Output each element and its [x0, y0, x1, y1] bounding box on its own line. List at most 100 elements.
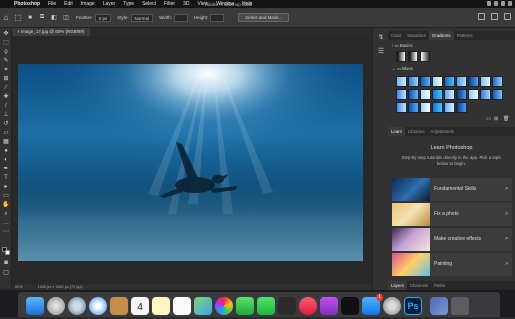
maps-icon[interactable] — [194, 297, 212, 315]
gradient-swatch[interactable] — [444, 76, 455, 87]
gradient-swatch[interactable] — [396, 102, 407, 113]
history-brush-tool-icon[interactable]: ↺ — [2, 121, 10, 127]
trash-icon[interactable] — [451, 297, 469, 315]
wifi-icon[interactable] — [487, 1, 491, 6]
safari-icon[interactable] — [89, 297, 107, 315]
crop-tool-icon[interactable]: ⌗ — [2, 67, 10, 73]
tab-layers[interactable]: Layers — [388, 281, 407, 290]
history-icon[interactable]: ↯ — [377, 34, 385, 41]
eyedropper-tool-icon[interactable]: ⁄ — [2, 85, 10, 91]
intersect-selection-icon[interactable]: ◫ — [60, 14, 72, 21]
gradient-swatch[interactable] — [492, 89, 503, 100]
siri-icon[interactable] — [508, 1, 512, 6]
search-icon[interactable] — [478, 13, 485, 20]
gradient-swatch[interactable] — [480, 76, 491, 87]
share-icon[interactable] — [504, 13, 511, 20]
gradient-swatch[interactable] — [492, 76, 503, 87]
app-store-icon[interactable]: 1 — [362, 294, 383, 315]
rectangle-tool-icon[interactable]: ▭ — [2, 193, 10, 199]
tab-color[interactable]: Color — [388, 31, 404, 40]
contacts-icon[interactable] — [110, 297, 128, 315]
calendar-icon[interactable]: 4 — [131, 297, 149, 315]
siri-icon[interactable] — [47, 297, 65, 315]
gradient-swatch[interactable] — [396, 51, 406, 62]
add-selection-icon[interactable]: ⧉ — [36, 14, 48, 21]
subtract-selection-icon[interactable]: ◧ — [48, 14, 60, 21]
marquee-tool-icon[interactable]: ⬚ — [2, 40, 10, 46]
gradient-swatch[interactable] — [432, 76, 443, 87]
gradient-swatch[interactable] — [468, 76, 479, 87]
dodge-tool-icon[interactable]: ◐ — [2, 157, 10, 163]
tab-libraries[interactable]: Libraries — [405, 127, 427, 136]
reminders-icon[interactable] — [173, 297, 191, 315]
gradient-tool-icon[interactable]: ▦ — [2, 139, 10, 145]
workspace-icon[interactable] — [491, 13, 498, 20]
background-color-swatch[interactable] — [5, 250, 10, 255]
select-and-mask-button[interactable]: Select and Mask... — [238, 13, 290, 22]
hand-tool-icon[interactable]: ✋ — [2, 202, 10, 208]
menu-filter[interactable]: Filter — [160, 1, 179, 7]
learn-card-fix-a-photo[interactable]: Fix a photo > — [392, 203, 512, 226]
brush-tool-icon[interactable]: / — [2, 103, 10, 109]
frame-tool-icon[interactable]: ⊠ — [2, 76, 10, 82]
gradient-swatch[interactable] — [456, 76, 467, 87]
facetime-icon[interactable] — [236, 297, 254, 315]
podcasts-icon[interactable] — [320, 297, 338, 315]
tab-channels[interactable]: Channels — [407, 281, 431, 290]
home-icon[interactable]: ⌂ — [0, 13, 12, 22]
edit-toolbar-icon[interactable]: ⋯ — [2, 229, 10, 235]
learn-card-painting[interactable]: Painting > — [392, 253, 512, 276]
gradient-swatch[interactable] — [444, 102, 455, 113]
launchpad-icon[interactable] — [68, 297, 86, 315]
gradient-swatch[interactable] — [420, 89, 431, 100]
music-icon[interactable] — [299, 297, 317, 315]
new-selection-icon[interactable]: ■ — [24, 15, 36, 21]
gradient-swatch[interactable] — [396, 76, 407, 87]
menu-3d[interactable]: 3D — [179, 1, 193, 7]
gradient-folder-blues[interactable]: ⌄ ▭ Blues — [392, 66, 413, 72]
document-image[interactable] — [18, 64, 363, 261]
gradient-swatch[interactable] — [408, 102, 419, 113]
learn-card-creative-effects[interactable]: Make creative effects > — [392, 228, 512, 251]
downloads-folder-icon[interactable] — [430, 297, 448, 315]
menu-layer[interactable]: Layer — [99, 1, 120, 7]
gradient-swatch[interactable] — [396, 89, 407, 100]
pen-tool-icon[interactable]: ✒ — [2, 166, 10, 172]
move-tool-icon[interactable]: ✥ — [2, 31, 10, 37]
eraser-tool-icon[interactable]: ▱ — [2, 130, 10, 136]
tab-patterns[interactable]: Patterns — [454, 31, 476, 40]
tab-gradients[interactable]: Gradients — [428, 31, 454, 40]
gradient-swatch[interactable] — [432, 89, 443, 100]
gradient-swatch[interactable] — [420, 51, 430, 62]
gradient-swatch[interactable] — [420, 102, 431, 113]
battery-icon[interactable] — [494, 1, 498, 6]
style-select[interactable]: Normal — [130, 13, 154, 22]
gradient-swatch[interactable] — [420, 76, 431, 87]
type-tool-icon[interactable]: T — [2, 175, 10, 181]
gradient-folder-basics[interactable]: › ▭ Basics — [392, 43, 413, 49]
system-preferences-icon[interactable] — [383, 297, 401, 315]
properties-icon[interactable]: ☰ — [377, 48, 385, 55]
new-folder-icon[interactable]: ▭ — [486, 116, 491, 122]
news-icon[interactable] — [278, 297, 296, 315]
photos-icon[interactable] — [215, 297, 233, 315]
zoom-tool-icon[interactable]: ⌕ — [2, 211, 10, 217]
tv-icon[interactable] — [341, 297, 359, 315]
canvas-area[interactable] — [12, 36, 372, 284]
quick-select-tool-icon[interactable]: ✎ — [2, 58, 10, 64]
gradient-swatch[interactable] — [480, 89, 491, 100]
menu-image[interactable]: Image — [77, 1, 99, 7]
gradient-swatch[interactable] — [408, 89, 419, 100]
search-icon[interactable] — [501, 1, 505, 6]
quick-mask-icon[interactable]: ◙ — [2, 260, 10, 266]
healing-brush-tool-icon[interactable]: ✚ — [2, 94, 10, 100]
zoom-level[interactable]: 50% — [15, 285, 23, 289]
tab-swatches[interactable]: Swatches — [404, 31, 429, 40]
marquee-tool-icon[interactable]: ⬚ — [12, 13, 24, 22]
path-selection-tool-icon[interactable]: ▸ — [2, 184, 10, 190]
menu-photoshop[interactable]: Photoshop — [10, 1, 44, 7]
gradient-swatch[interactable] — [456, 89, 467, 100]
photoshop-icon[interactable]: Ps — [404, 297, 422, 315]
blur-tool-icon[interactable]: ● — [2, 148, 10, 154]
tab-adjustments[interactable]: Adjustments — [427, 127, 457, 136]
